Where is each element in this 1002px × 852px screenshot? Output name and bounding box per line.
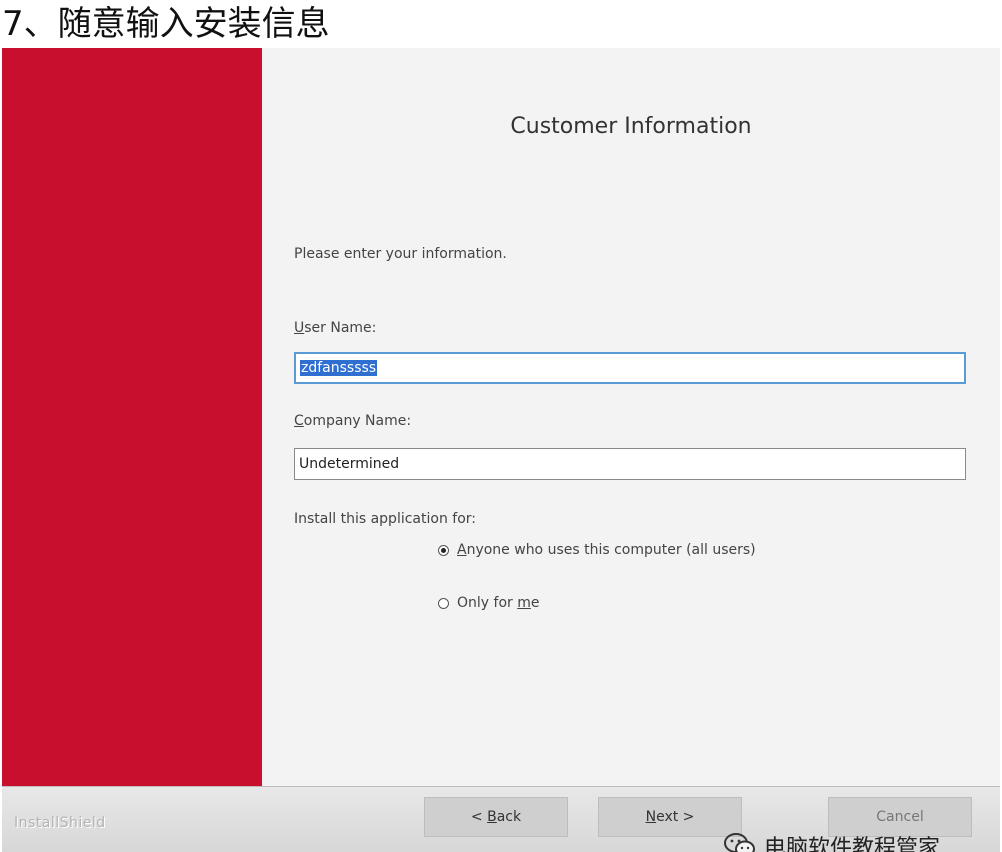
radio-only-me[interactable]: Only for me <box>438 595 539 611</box>
back-button[interactable]: < Back <box>424 797 568 837</box>
next-button[interactable]: Next > <box>598 797 742 837</box>
user-name-label: User Name: <box>294 320 376 336</box>
radio-all-users-mnemonic: A <box>457 542 467 558</box>
company-name-label-text: ompany Name: <box>303 413 412 429</box>
back-button-mnemonic: B <box>487 809 497 825</box>
side-banner <box>2 48 262 786</box>
dialog-content: Customer Information Please enter your i… <box>262 48 1000 786</box>
radio-checked-icon[interactable] <box>438 544 449 556</box>
radio-only-me-prefix: Only for <box>457 595 518 611</box>
watermark-text: 电脑软件教程管家 <box>764 836 941 852</box>
step-caption: 7、随意输入安装信息 <box>2 4 330 44</box>
company-name-label: Company Name: <box>294 413 411 429</box>
back-button-label: ack <box>496 809 522 825</box>
installshield-brand: InstallShield <box>14 815 106 831</box>
company-name-input[interactable]: Undetermined <box>294 448 966 480</box>
back-button-prefix: < <box>470 809 488 825</box>
dialog-title: Customer Information <box>510 114 752 139</box>
user-name-label-text: ser Name: <box>304 320 377 336</box>
wechat-icon <box>724 833 756 852</box>
user-name-value: zdfansssss <box>300 360 378 376</box>
install-for-label: Install this application for: <box>294 511 476 527</box>
footer-bar: InstallShield < Back Next > Cancel 电脑软件教… <box>2 786 1000 852</box>
next-button-label: ext > <box>656 809 695 825</box>
radio-all-users-label: Anyone who uses this computer (all users… <box>457 542 756 558</box>
radio-only-me-text: e <box>530 595 540 611</box>
next-button-mnemonic: N <box>645 809 657 825</box>
company-name-mnemonic: C <box>294 413 304 429</box>
radio-only-me-mnemonic: m <box>517 595 531 611</box>
radio-all-users-text: nyone who uses this computer (all users) <box>466 542 756 558</box>
installer-dialog: Customer Information Please enter your i… <box>2 48 1000 852</box>
watermark: 电脑软件教程管家 <box>724 829 940 852</box>
user-name-mnemonic: U <box>294 320 305 336</box>
info-prompt: Please enter your information. <box>294 246 507 262</box>
user-name-input[interactable]: zdfansssss <box>294 352 966 384</box>
radio-unchecked-icon[interactable] <box>438 597 449 609</box>
cancel-button-label: Cancel <box>876 809 924 825</box>
company-name-value: Undetermined <box>299 456 400 472</box>
radio-all-users[interactable]: Anyone who uses this computer (all users… <box>438 542 756 558</box>
radio-only-me-label: Only for me <box>457 595 539 611</box>
